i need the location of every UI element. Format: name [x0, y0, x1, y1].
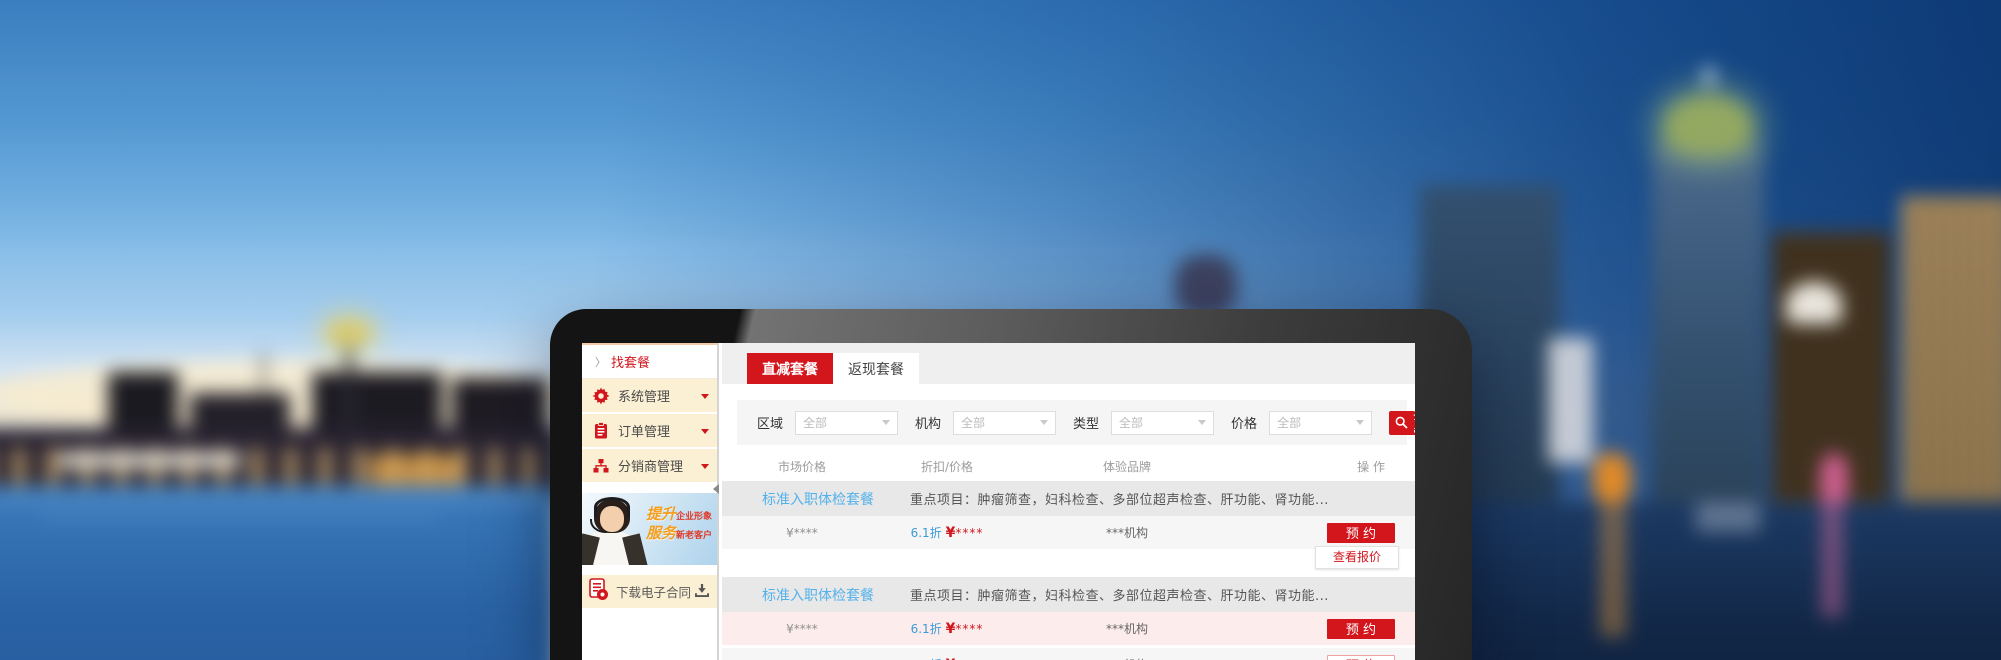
package-link[interactable]: 标准入职体检套餐 — [762, 489, 874, 509]
search-icon — [1395, 416, 1408, 429]
sidebar: 〉 找套餐 系统管理 订单管理 — [582, 343, 719, 660]
price-select[interactable]: 全部 — [1269, 411, 1372, 435]
org-chart-icon — [591, 459, 610, 473]
download-contract-button[interactable]: 下载电子合同 — [582, 575, 717, 608]
market-price: ¥**** — [722, 526, 882, 540]
download-contract-label: 下载电子合同 — [616, 582, 691, 601]
sidebar-item-system-management[interactable]: 系统管理 — [582, 379, 717, 414]
caret-down-icon — [701, 464, 709, 473]
caret-down-icon — [701, 429, 709, 438]
filter-label-institution: 机构 — [915, 413, 941, 432]
package-description: 重点项目：肿瘤筛查，妇科检查、多部位超声检查、肝功能、肾功能... — [910, 489, 1329, 508]
table-header: 市场价格 折扣/价格 体验品牌 操 作 — [722, 455, 1415, 478]
sidebar-collapse-handle[interactable] — [708, 484, 719, 494]
scene: 〉 找套餐 系统管理 订单管理 — [0, 0, 2001, 660]
book-button[interactable]: 预 约 — [1327, 523, 1395, 543]
tab-cashback[interactable]: 返现套餐 — [833, 353, 919, 384]
chevron-right-icon: 〉 — [595, 354, 606, 370]
download-icon — [695, 582, 709, 601]
menu-label: 系统管理 — [618, 386, 670, 405]
filter-label-region: 区域 — [757, 413, 783, 432]
filter-bar: 区域 全部 机构 全部 类型 全部 价格 — [737, 400, 1407, 445]
package-link[interactable]: 标准入职体检套餐 — [762, 585, 874, 605]
package-offer-row: ¥**** 6.1折¥**** ***机构 预 约 — [722, 516, 1415, 549]
caret-down-icon — [1198, 420, 1206, 429]
discount-price: 6.1折¥**** — [882, 620, 1012, 637]
water-left — [0, 486, 555, 660]
tablet-bezel: 〉 找套餐 系统管理 订单管理 — [550, 309, 1472, 660]
document-seal-icon — [589, 578, 609, 605]
package-title-row: 标准入职体检套餐 重点项目：肿瘤筛查，妇科检查、多部位超声检查、肝功能、肾功能.… — [722, 577, 1415, 612]
filter-label-type: 类型 — [1073, 413, 1099, 432]
market-price: ¥**** — [722, 622, 882, 636]
col-discount-price: 折扣/价格 — [882, 458, 1012, 475]
caret-down-icon — [701, 394, 709, 403]
main-panel: 直减套餐 返现套餐 区域 全部 机构 全部 类型 — [722, 343, 1415, 660]
package-description: 重点项目：肿瘤筛查，妇科检查、多部位超声检查、肝功能、肾功能... — [910, 585, 1329, 604]
col-brand: 体验品牌 — [1012, 458, 1242, 475]
caret-down-icon — [1040, 420, 1048, 429]
clipboard-icon — [591, 422, 610, 439]
discount-price: 6.1折¥**** — [882, 656, 1012, 660]
col-actions: 操 作 — [1242, 458, 1415, 475]
service-banner[interactable]: 提升企业形象 服务新老客户 — [582, 493, 717, 565]
package-offer-row-highlighted: ¥**** 6.1折¥**** ***机构 预 约 — [722, 612, 1415, 645]
gear-icon — [591, 387, 610, 405]
type-select[interactable]: 全部 — [1111, 411, 1214, 435]
banner-slogan: 提升企业形象 服务新老客户 — [646, 506, 712, 544]
brand: ***机构 — [1012, 656, 1242, 660]
filter-label-price: 价格 — [1231, 413, 1257, 432]
tower-right — [1652, 142, 1764, 512]
menu-label: 分销商管理 — [618, 456, 683, 475]
caret-down-icon — [882, 420, 890, 429]
book-button[interactable]: 预 约 — [1327, 619, 1395, 639]
search-button[interactable]: 搜 索 — [1389, 411, 1415, 435]
sidebar-item-find-package[interactable]: 〉 找套餐 — [582, 343, 717, 379]
sidebar-item-order-management[interactable]: 订单管理 — [582, 414, 717, 449]
brand: ***机构 — [1012, 524, 1242, 541]
brand: ***机构 — [1012, 620, 1242, 637]
region-select[interactable]: 全部 — [795, 411, 898, 435]
book-button-outline[interactable]: 预 约 — [1327, 655, 1395, 660]
package-title-row: 标准入职体检套餐 重点项目：肿瘤筛查，妇科检查、多部位超声检查、肝功能、肾功能.… — [722, 481, 1415, 516]
institution-select[interactable]: 全部 — [953, 411, 1056, 435]
caret-down-icon — [1356, 420, 1364, 429]
package-offer-row: ¥**** 6.1折¥**** ***机构 预 约 — [722, 648, 1415, 660]
tab-bar: 直减套餐 返现套餐 — [722, 343, 1415, 384]
menu-label: 订单管理 — [618, 421, 670, 440]
tab-direct-discount[interactable]: 直减套餐 — [747, 353, 833, 384]
view-quote-button[interactable]: 查看报价 — [1315, 546, 1399, 569]
col-market-price: 市场价格 — [722, 458, 882, 475]
discount-price: 6.1折¥**** — [882, 524, 1012, 541]
sidebar-item-distributor-management[interactable]: 分销商管理 — [582, 449, 717, 484]
find-package-label: 找套餐 — [611, 352, 650, 371]
app-screen: 〉 找套餐 系统管理 订单管理 — [582, 343, 1415, 660]
